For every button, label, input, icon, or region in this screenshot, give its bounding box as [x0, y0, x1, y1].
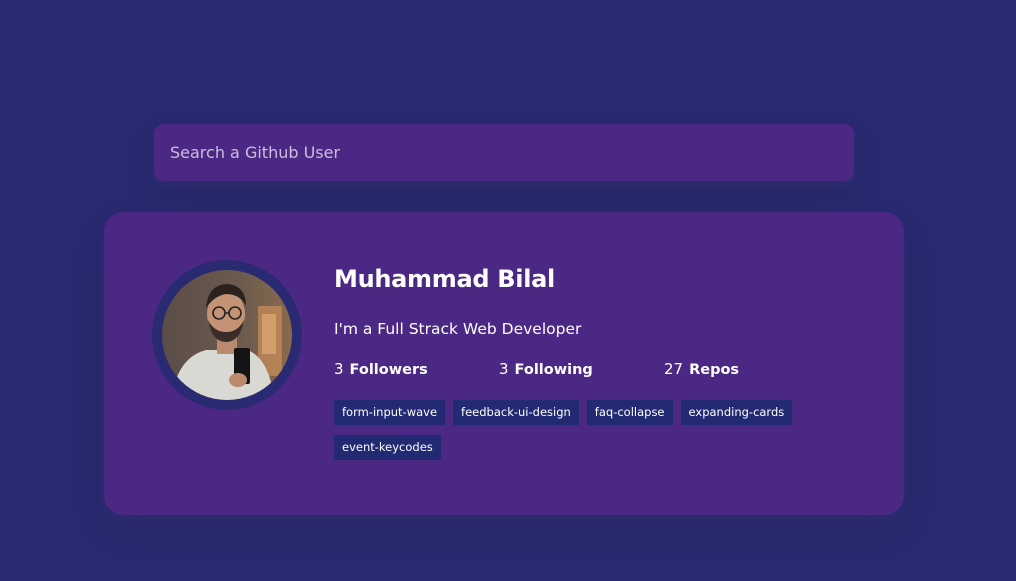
search-input[interactable] — [154, 124, 854, 181]
user-name: Muhammad Bilal — [334, 265, 555, 293]
stat-following: 3 Following — [499, 358, 664, 381]
repo-link[interactable]: feedback-ui-design — [453, 400, 579, 425]
avatar-ring — [152, 260, 302, 410]
user-card: Muhammad Bilal I'm a Full Strack Web Dev… — [104, 212, 904, 515]
user-bio: I'm a Full Strack Web Developer — [334, 320, 582, 338]
stat-count: 3 — [334, 360, 344, 378]
repo-link[interactable]: event-keycodes — [334, 435, 441, 460]
stat-followers: 3 Followers — [334, 358, 499, 381]
stat-count: 27 — [664, 360, 684, 378]
user-info: Muhammad Bilal I'm a Full Strack Web Dev… — [334, 262, 874, 470]
search-form — [154, 124, 854, 181]
repo-link[interactable]: form-input-wave — [334, 400, 446, 425]
stat-label: Followers — [349, 362, 428, 378]
repo-link[interactable]: expanding-cards — [680, 400, 793, 425]
repo-link[interactable]: faq-collapse — [586, 400, 673, 425]
stat-count: 3 — [499, 360, 509, 378]
repo-list: form-input-wave feedback-ui-design faq-c… — [334, 400, 814, 470]
user-avatar-photo-icon — [162, 270, 292, 400]
stat-repos: 27 Repos — [664, 358, 829, 381]
stat-label: Repos — [689, 362, 740, 378]
avatar — [162, 270, 292, 400]
stat-label: Following — [514, 362, 593, 378]
user-stats: 3 Followers 3 Following 27 Repos — [334, 358, 874, 381]
